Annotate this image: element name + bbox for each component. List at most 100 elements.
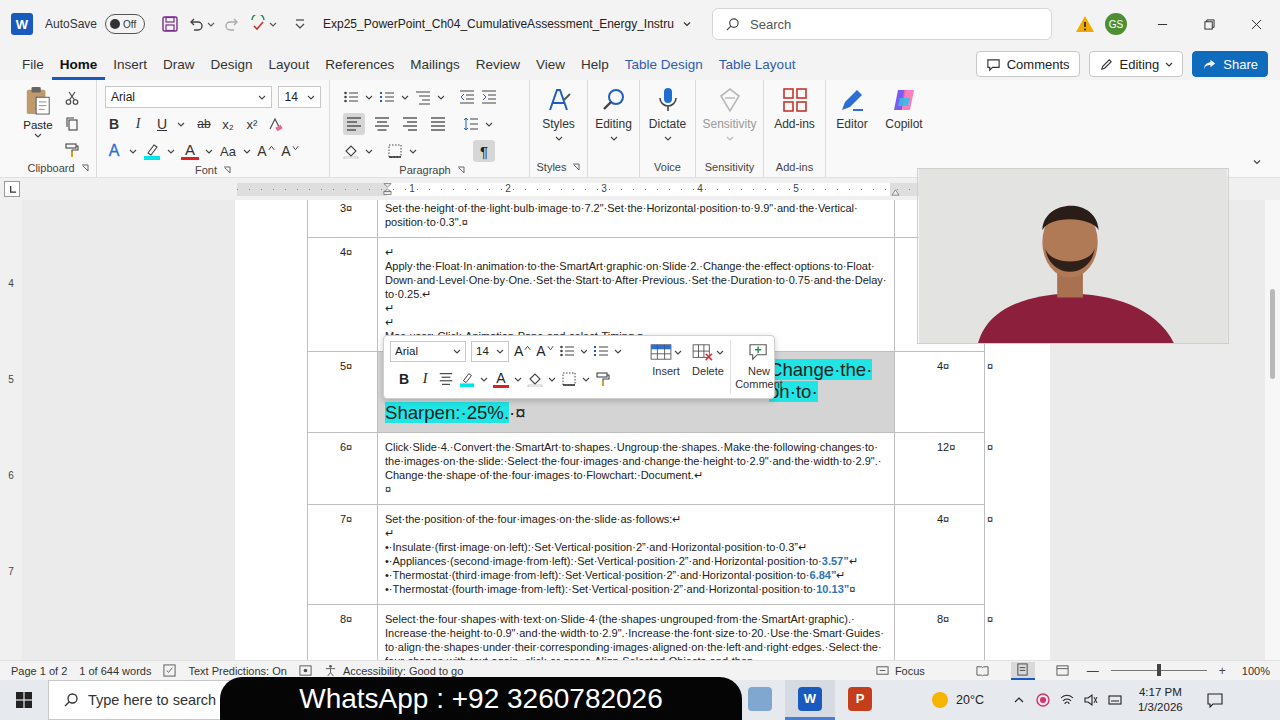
points-cell[interactable]: 4¤	[895, 352, 985, 433]
font-size-field[interactable]: 14	[471, 341, 509, 362]
dropdown-icon[interactable]	[485, 120, 493, 128]
ribbon-tab[interactable]: References	[317, 48, 402, 80]
text-run[interactable]: ↵	[385, 316, 394, 328]
alignment-button[interactable]	[343, 113, 365, 135]
text-run[interactable]: •·Insulate·(first·image·on·left):·Set·Ve…	[385, 541, 807, 553]
vertical-scrollbar[interactable]	[1265, 200, 1280, 660]
line-spacing-icon[interactable]	[463, 116, 479, 132]
text-run[interactable]: ↵	[836, 569, 845, 581]
numbering-icon[interactable]	[593, 343, 609, 359]
instruction-cell[interactable]: Set·the·position·of·the·four·images·on·t…	[378, 505, 895, 605]
search-box[interactable]: Search	[712, 8, 1052, 40]
borders-icon[interactable]	[387, 143, 403, 159]
save-icon[interactable]	[161, 15, 179, 33]
italic-button[interactable]: I	[417, 371, 433, 387]
account-avatar[interactable]: GS	[1105, 13, 1127, 35]
step-number-cell[interactable]: 4¤	[307, 238, 378, 352]
change-case-button[interactable]: Aa	[219, 144, 237, 159]
macro-recording-icon[interactable]	[299, 664, 312, 677]
paragraph[interactable]: Sharpen:·25%.·¤	[385, 402, 891, 424]
paragraph[interactable]: •·Thermostat·(third·image·from·left):·Se…	[385, 568, 891, 582]
start-button[interactable]	[0, 680, 48, 720]
menu-action-button[interactable]: Share	[1192, 51, 1268, 77]
right-indent-marker-icon[interactable]	[891, 189, 900, 196]
undo-dropdown-icon[interactable]	[207, 20, 215, 28]
decrease-indent-icon[interactable]	[459, 89, 475, 105]
paragraph[interactable]: ↵	[385, 245, 891, 259]
document-title[interactable]: Exp25_PowerPoint_Ch04_CumulativeAssessme…	[323, 17, 712, 31]
format-painter-icon[interactable]	[64, 142, 80, 158]
weather[interactable]: 20°C	[930, 690, 984, 710]
shading-icon[interactable]	[527, 371, 543, 387]
dropdown-icon[interactable]	[167, 147, 175, 155]
mini-action-button[interactable]: Insert	[646, 340, 686, 394]
text-run[interactable]: •·Appliances·(second·image·from·left):·S…	[385, 555, 822, 567]
bullets-icon[interactable]	[559, 343, 575, 359]
text-run[interactable]: Set·the·height·of·the·light·bulb·image·t…	[385, 202, 858, 228]
title-dropdown-icon[interactable]	[682, 19, 692, 29]
ribbon-button[interactable]: Editor	[826, 80, 878, 157]
dropdown-icon[interactable]	[243, 147, 251, 155]
text-run[interactable]: •·Thermostat·(third·image·from·left):·Se…	[385, 569, 810, 581]
volume-icon[interactable]	[1084, 693, 1098, 707]
dropdown-icon[interactable]	[582, 375, 590, 383]
paste-button[interactable]: Paste	[20, 86, 56, 139]
alignment-button[interactable]	[427, 113, 449, 135]
dropdown-icon[interactable]	[129, 147, 137, 155]
format-button[interactable]: x²	[243, 117, 261, 132]
ribbon-tab[interactable]: View	[528, 48, 573, 80]
instruction-cell[interactable]: Set·the·height·of·the·light·bulb·image·t…	[378, 200, 895, 238]
scroll-thumb[interactable]	[1270, 289, 1275, 379]
customize-toolbar-icon[interactable]	[291, 15, 309, 33]
paragraph[interactable]: ↵	[385, 301, 891, 315]
paragraph[interactable]: Select·the·four·shapes·with·text·on·Slid…	[385, 612, 891, 661]
clock[interactable]: 4:17 PM1/3/2026	[1138, 685, 1183, 715]
step-number-cell[interactable]: 6¤	[307, 433, 378, 505]
dropdown-icon[interactable]	[401, 93, 409, 101]
paragraph[interactable]: ↵	[385, 526, 891, 540]
page-count[interactable]: Page 1 of 2	[11, 665, 67, 677]
menu-action-button[interactable]: Editing	[1089, 51, 1184, 77]
ribbon-tab[interactable]: Draw	[155, 48, 203, 80]
spelling-check-icon[interactable]	[249, 15, 267, 33]
clear-formatting-icon[interactable]	[267, 116, 283, 132]
zoom-slider[interactable]	[1111, 670, 1207, 671]
show-marks-button[interactable]: ¶	[473, 140, 495, 162]
zoom-thumb[interactable]	[1157, 664, 1161, 676]
focus-icon[interactable]	[876, 664, 889, 677]
text-run[interactable]: 10.13”	[816, 583, 849, 595]
text-effects-button[interactable]: A	[105, 142, 123, 160]
highlighter-icon[interactable]	[459, 371, 475, 387]
text-predictions[interactable]: Text Predictions: On	[188, 665, 286, 677]
format-button[interactable]: ab	[195, 117, 213, 131]
text-run[interactable]: Select·the·four·shapes·with·text·on·Slid…	[385, 613, 884, 661]
font-family-field[interactable]: Arial	[390, 341, 466, 362]
mini-action-button[interactable]: New Comment	[730, 340, 785, 394]
text-run[interactable]: Set·the·position·of·the·four·images·on·t…	[385, 513, 681, 525]
ribbon-button[interactable]: Copilot	[878, 80, 930, 157]
grow-font-button[interactable]: A	[257, 143, 275, 159]
font-color-button[interactable]: A	[493, 371, 509, 388]
dialog-launcher-icon[interactable]	[81, 164, 89, 172]
ribbon-tab[interactable]: Home	[52, 48, 106, 80]
ribbon-tab[interactable]: Design	[203, 48, 261, 80]
font-size-field[interactable]: 14	[278, 86, 321, 108]
step-number-cell[interactable]: 3¤	[307, 200, 378, 238]
alignment-button[interactable]	[371, 113, 393, 135]
points-cell[interactable]: 12¤	[895, 433, 985, 505]
alignment-button[interactable]	[399, 113, 421, 135]
ribbon-button[interactable]: Sensitivity	[696, 80, 763, 157]
ribbon-tab[interactable]: Layout	[261, 48, 318, 80]
paragraph[interactable]: •·Insulate·(first·image·on·left):·Set·Ve…	[385, 540, 891, 554]
close-button[interactable]	[1233, 0, 1280, 48]
dropdown-icon[interactable]	[580, 347, 588, 355]
text-run[interactable]: ↵	[385, 246, 394, 258]
ribbon-tab[interactable]: Table Layout	[711, 48, 804, 80]
copy-icon[interactable]	[64, 116, 80, 132]
tab-selector[interactable]	[4, 181, 20, 197]
ribbon-tab[interactable]: Insert	[105, 48, 155, 80]
indent-marker-icon[interactable]	[383, 182, 392, 196]
ribbon-button[interactable]: Add-ins	[764, 80, 825, 157]
center-align-icon[interactable]	[438, 371, 454, 387]
ribbon-tab[interactable]: File	[14, 48, 52, 80]
